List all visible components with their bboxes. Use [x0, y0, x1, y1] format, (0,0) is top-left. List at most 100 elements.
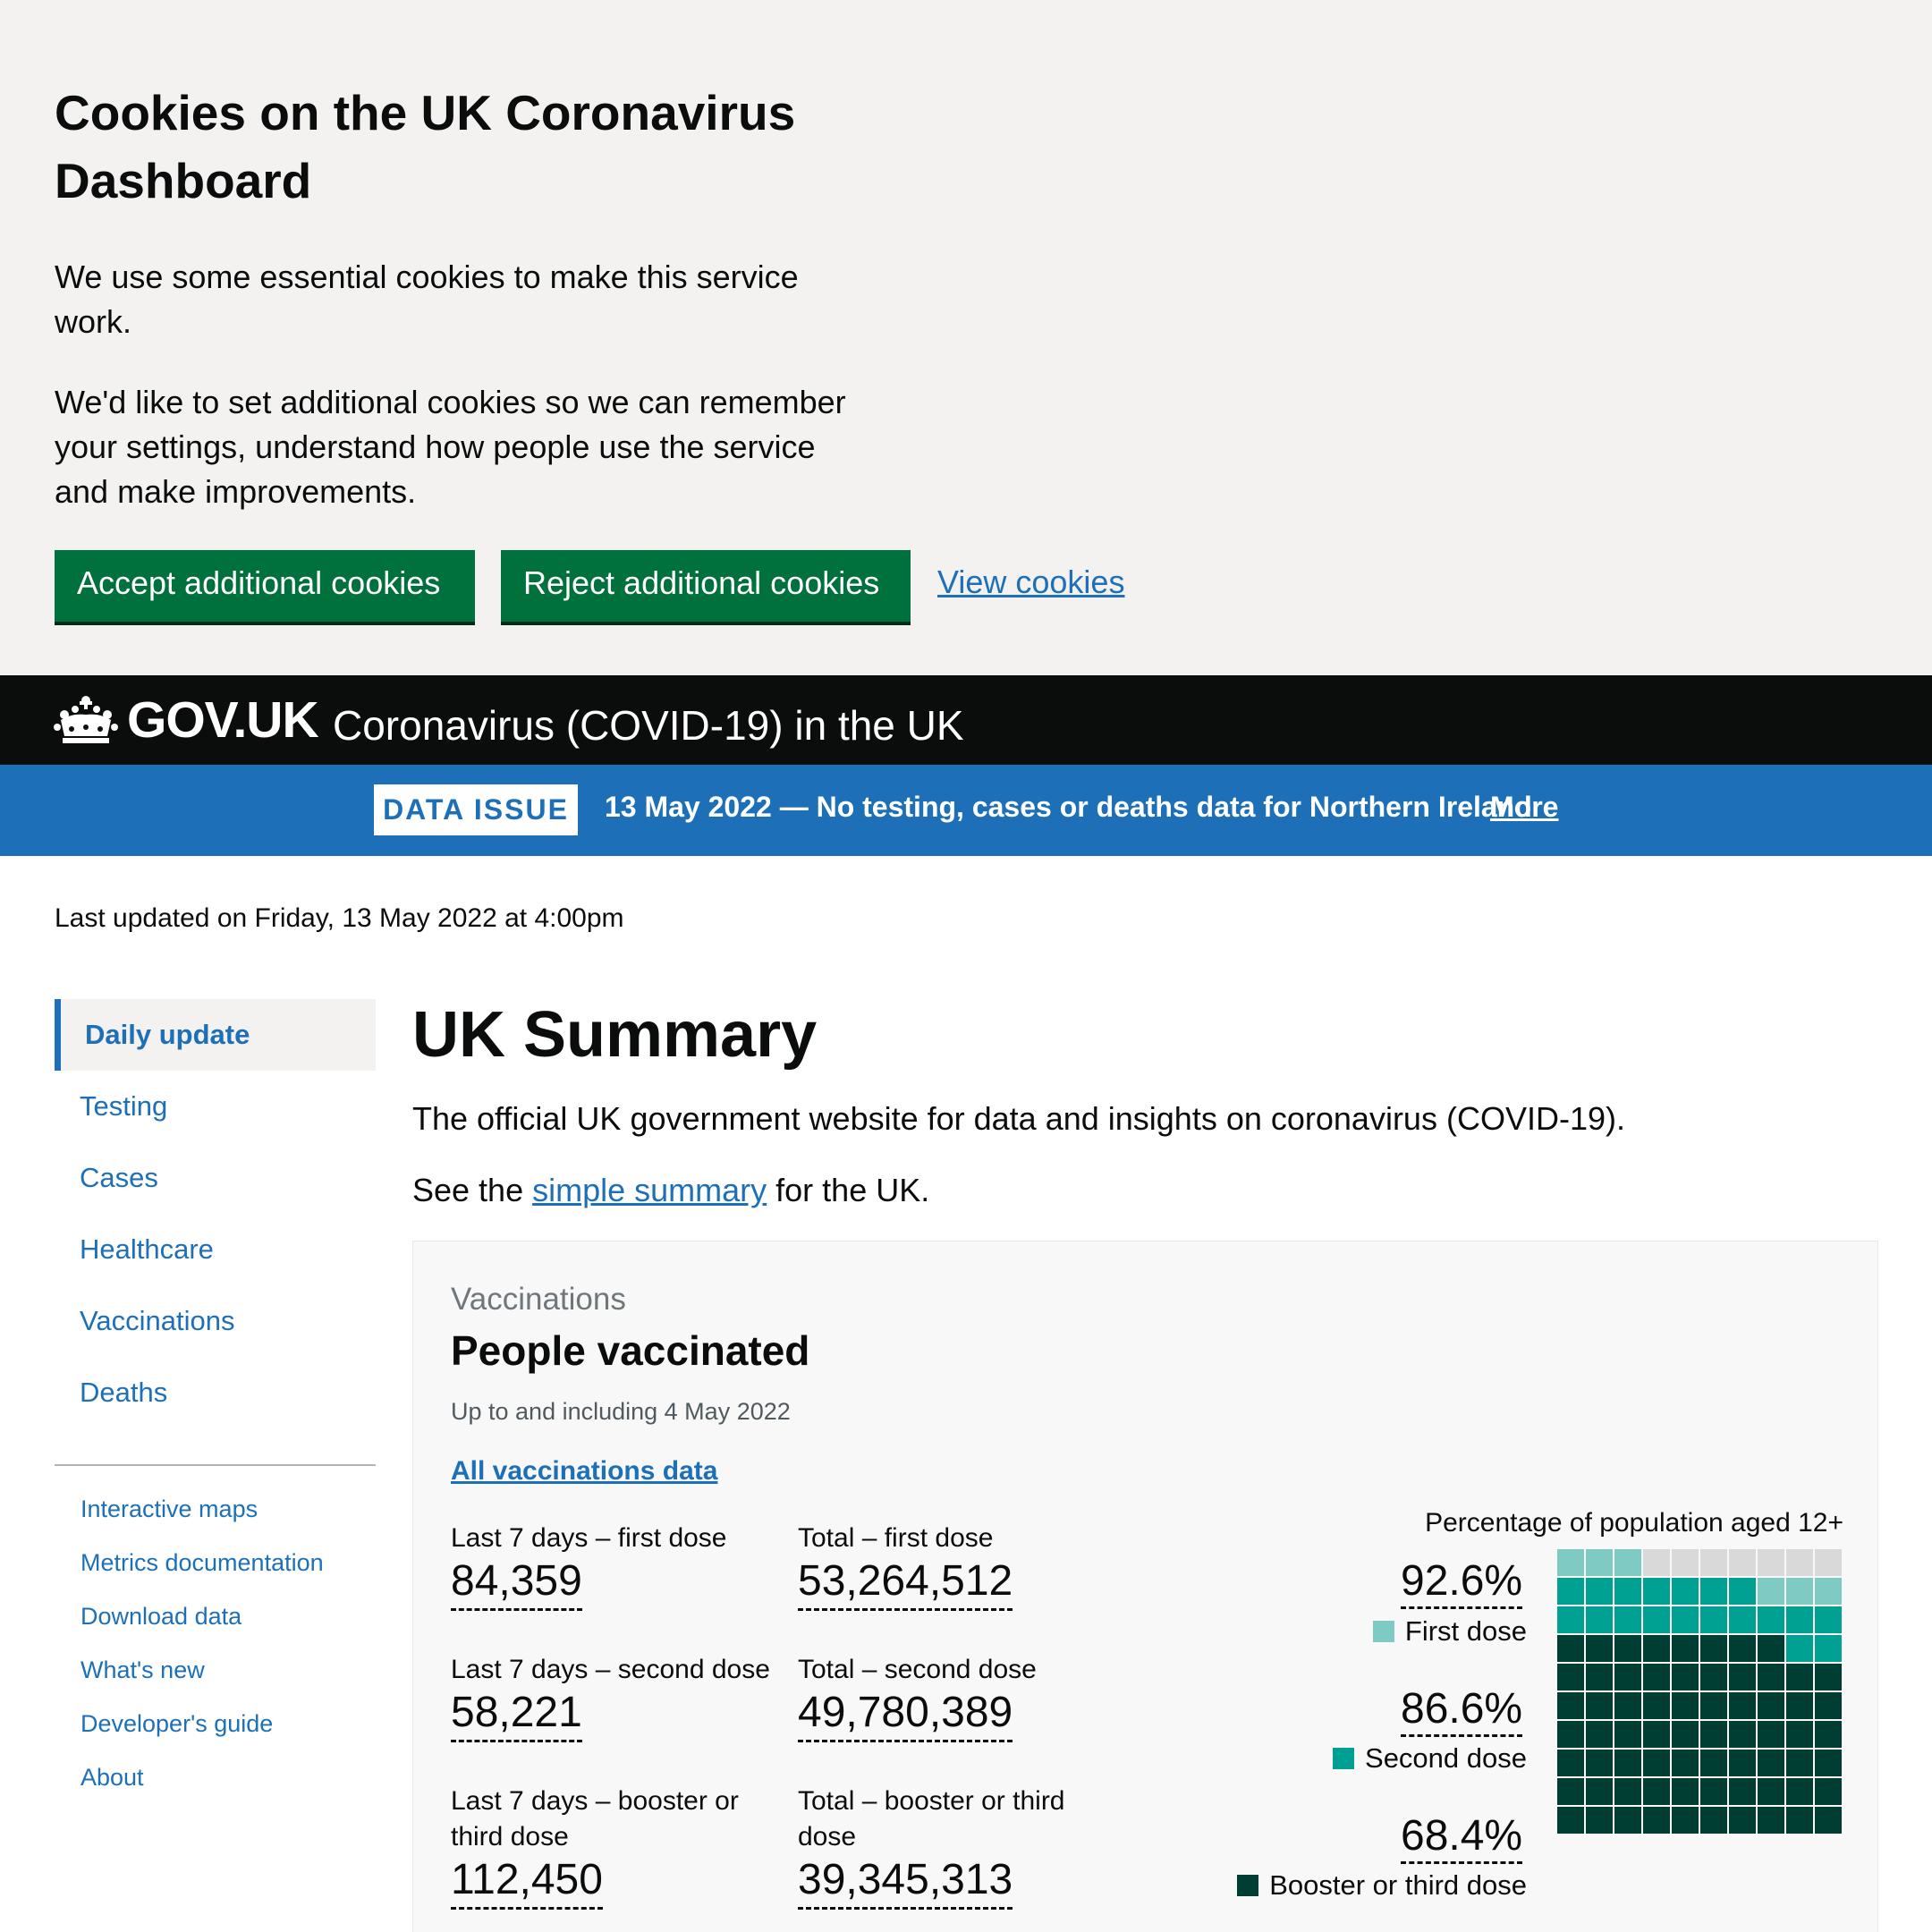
waffle-cell [1729, 1578, 1756, 1605]
waffle-cell [1700, 1578, 1727, 1605]
simple-summary-link[interactable]: simple summary [532, 1172, 767, 1208]
site-header: GOV.UK Coronavirus (COVID-19) in the UK [0, 675, 1932, 765]
data-issue-text: 13 May 2022 — No testing, cases or death… [605, 791, 1532, 823]
card-title: People vaccinated [451, 1327, 810, 1374]
waffle-cell [1643, 1692, 1670, 1719]
service-name[interactable]: Coronavirus (COVID-19) in the UK [333, 697, 964, 754]
vaccinations-card: Vaccinations People vaccinated Up to and… [412, 1241, 1878, 1932]
reject-cookies-button[interactable]: Reject additional cookies [501, 550, 911, 622]
waffle-cell [1643, 1606, 1670, 1633]
waffle-cell [1758, 1692, 1784, 1719]
waffle-cell [1786, 1750, 1813, 1776]
legend-second-dose-label: Second dose [1365, 1742, 1527, 1774]
metric-value-7day-first[interactable]: 84,359 [451, 1556, 582, 1611]
metric-value-7day-booster[interactable]: 112,450 [451, 1855, 603, 1910]
waffle-cell [1557, 1807, 1584, 1834]
waffle-cell [1614, 1664, 1641, 1690]
booster-swatch [1237, 1875, 1259, 1896]
first-dose-percentage[interactable]: 92.6% [1401, 1556, 1523, 1609]
subnav-developers-guide[interactable]: Developer's guide [80, 1710, 273, 1738]
waffle-cell [1643, 1807, 1670, 1834]
waffle-cell [1700, 1778, 1727, 1805]
waffle-cell [1557, 1635, 1584, 1662]
waffle-cell [1815, 1549, 1842, 1576]
waffle-cell [1786, 1778, 1813, 1805]
booster-percentage[interactable]: 68.4% [1401, 1811, 1523, 1864]
waffle-cell [1700, 1750, 1727, 1776]
sidebar-divider [55, 1464, 376, 1466]
waffle-cell [1672, 1750, 1699, 1776]
subnav-metrics-documentation[interactable]: Metrics documentation [80, 1549, 324, 1577]
subnav-about[interactable]: About [80, 1764, 144, 1792]
waffle-cell [1700, 1692, 1727, 1719]
waffle-cell [1786, 1635, 1813, 1662]
waffle-cell [1729, 1692, 1756, 1719]
data-issue-more-link[interactable]: More [1490, 791, 1558, 824]
waffle-cell [1758, 1750, 1784, 1776]
sidebar-item-cases[interactable]: Cases [55, 1142, 376, 1214]
waffle-cell [1557, 1549, 1584, 1576]
sidebar-item-vaccinations[interactable]: Vaccinations [55, 1285, 376, 1357]
waffle-cell [1786, 1578, 1813, 1605]
waffle-cell [1729, 1778, 1756, 1805]
waffle-cell [1729, 1664, 1756, 1690]
crown-icon [54, 695, 118, 747]
legend-first-dose-label: First dose [1404, 1615, 1527, 1647]
waffle-cell [1586, 1750, 1613, 1776]
waffle-cell [1586, 1807, 1613, 1834]
subnav-download-data[interactable]: Download data [80, 1603, 242, 1631]
waffle-cell [1672, 1778, 1699, 1805]
sidebar-item-healthcare[interactable]: Healthcare [55, 1214, 376, 1285]
waffle-cell [1557, 1606, 1584, 1633]
waffle-cell [1672, 1635, 1699, 1662]
waffle-cell [1614, 1750, 1641, 1776]
waffle-cell [1729, 1807, 1756, 1834]
waffle-cell [1643, 1664, 1670, 1690]
waffle-cell [1557, 1750, 1584, 1776]
waffle-cell [1815, 1692, 1842, 1719]
waffle-cell [1672, 1807, 1699, 1834]
waffle-cell [1815, 1807, 1842, 1834]
waffle-cell [1729, 1721, 1756, 1748]
sidebar-item-testing[interactable]: Testing [55, 1071, 376, 1142]
legend-booster: Booster or third dose [1151, 1869, 1527, 1902]
metric-label-7day-first: Last 7 days – first dose [451, 1523, 727, 1553]
subnav-interactive-maps[interactable]: Interactive maps [80, 1496, 258, 1523]
legend-first-dose: First dose [1151, 1615, 1527, 1648]
waffle-cell [1643, 1721, 1670, 1748]
metric-label-total-first: Total – first dose [798, 1523, 994, 1553]
waffle-cell [1672, 1606, 1699, 1633]
waffle-cell [1557, 1578, 1584, 1605]
waffle-cell [1557, 1778, 1584, 1805]
waffle-cell [1614, 1606, 1641, 1633]
metric-value-7day-second[interactable]: 58,221 [451, 1688, 582, 1742]
view-cookies-link[interactable]: View cookies [937, 564, 1124, 601]
waffle-cell [1729, 1635, 1756, 1662]
waffle-cell [1815, 1606, 1842, 1633]
subnav-whats-new[interactable]: What's new [80, 1657, 205, 1684]
second-dose-percentage[interactable]: 86.6% [1401, 1684, 1523, 1737]
waffle-cell [1729, 1549, 1756, 1576]
waffle-cell [1815, 1664, 1842, 1690]
metric-label-7day-booster: Last 7 days – booster or third dose [451, 1786, 739, 1852]
legend-second-dose: Second dose [1151, 1742, 1527, 1775]
govuk-logo-text[interactable]: GOV.UK [127, 691, 319, 749]
card-date: Up to and including 4 May 2022 [451, 1398, 791, 1425]
waffle-cell [1586, 1578, 1613, 1605]
vaccination-waffle-chart [1556, 1548, 1843, 1835]
metric-value-total-second[interactable]: 49,780,389 [798, 1688, 1013, 1742]
metric-label-7day-second: Last 7 days – second dose [451, 1655, 770, 1684]
waffle-cell [1700, 1664, 1727, 1690]
waffle-cell [1557, 1721, 1584, 1748]
sidebar-item-daily-update[interactable]: Daily update [55, 999, 376, 1071]
all-vaccinations-data-link[interactable]: All vaccinations data [451, 1456, 717, 1487]
sidebar-item-deaths[interactable]: Deaths [55, 1357, 376, 1428]
metric-value-total-booster[interactable]: 39,345,313 [798, 1855, 1013, 1910]
metric-value-total-first[interactable]: 53,264,512 [798, 1556, 1013, 1611]
waffle-cell [1586, 1664, 1613, 1690]
waffle-cell [1758, 1578, 1784, 1605]
waffle-cell [1614, 1807, 1641, 1834]
waffle-cell [1786, 1807, 1813, 1834]
accept-cookies-button[interactable]: Accept additional cookies [55, 550, 475, 622]
waffle-cell [1729, 1750, 1756, 1776]
